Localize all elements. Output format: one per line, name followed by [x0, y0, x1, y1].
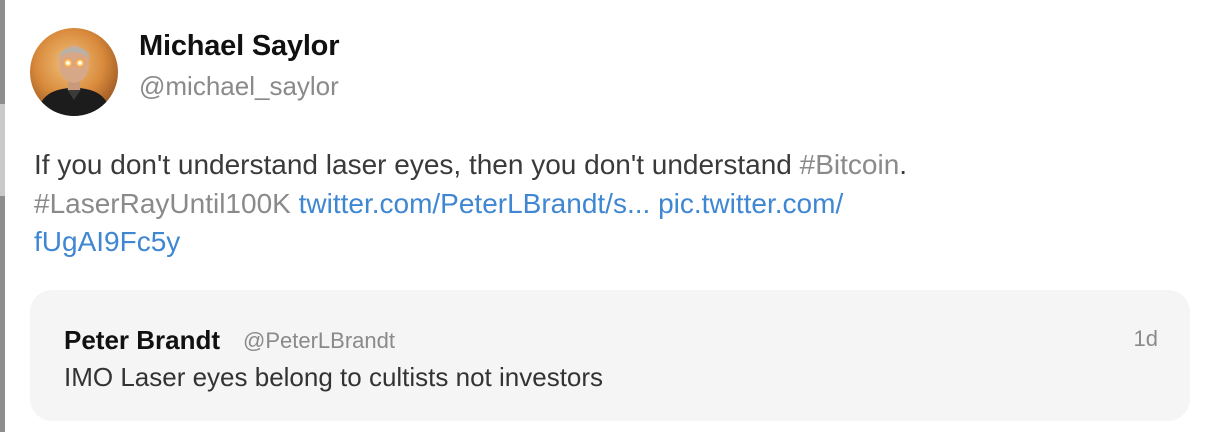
- quoted-author-handle[interactable]: @PeterLBrandt: [243, 328, 395, 354]
- quoted-tweet-link[interactable]: twitter.com/PeterLBrandt/s...: [299, 188, 651, 219]
- quoted-tweet-card[interactable]: Peter Brandt @PeterLBrandt 1d IMO Laser …: [30, 290, 1190, 421]
- author-avatar[interactable]: [30, 28, 118, 116]
- quoted-tweet-timestamp[interactable]: 1d: [1134, 326, 1158, 352]
- profile-photo-icon: [30, 28, 118, 116]
- quoted-author-name[interactable]: Peter Brandt: [64, 325, 220, 356]
- author-name[interactable]: Michael Saylor: [139, 30, 339, 63]
- hashtag-laserray-link[interactable]: #LaserRayUntil100K: [34, 188, 291, 219]
- tweet-view: Michael Saylor @michael_saylor If you do…: [0, 0, 1208, 432]
- quoted-tweet-text: IMO Laser eyes belong to cultists not in…: [64, 362, 604, 392]
- author-handle[interactable]: @michael_saylor: [139, 71, 339, 102]
- window-edge-scrollbar[interactable]: [0, 0, 5, 432]
- hashtag-bitcoin-link[interactable]: #Bitcoin: [800, 149, 900, 180]
- tweet-text: If you don't understand laser eyes, then…: [34, 146, 1174, 262]
- tweet-text-period: .: [899, 149, 908, 180]
- scrollbar-thumb[interactable]: [0, 104, 5, 196]
- tweet-text-part: If you don't understand laser eyes, then…: [34, 149, 800, 180]
